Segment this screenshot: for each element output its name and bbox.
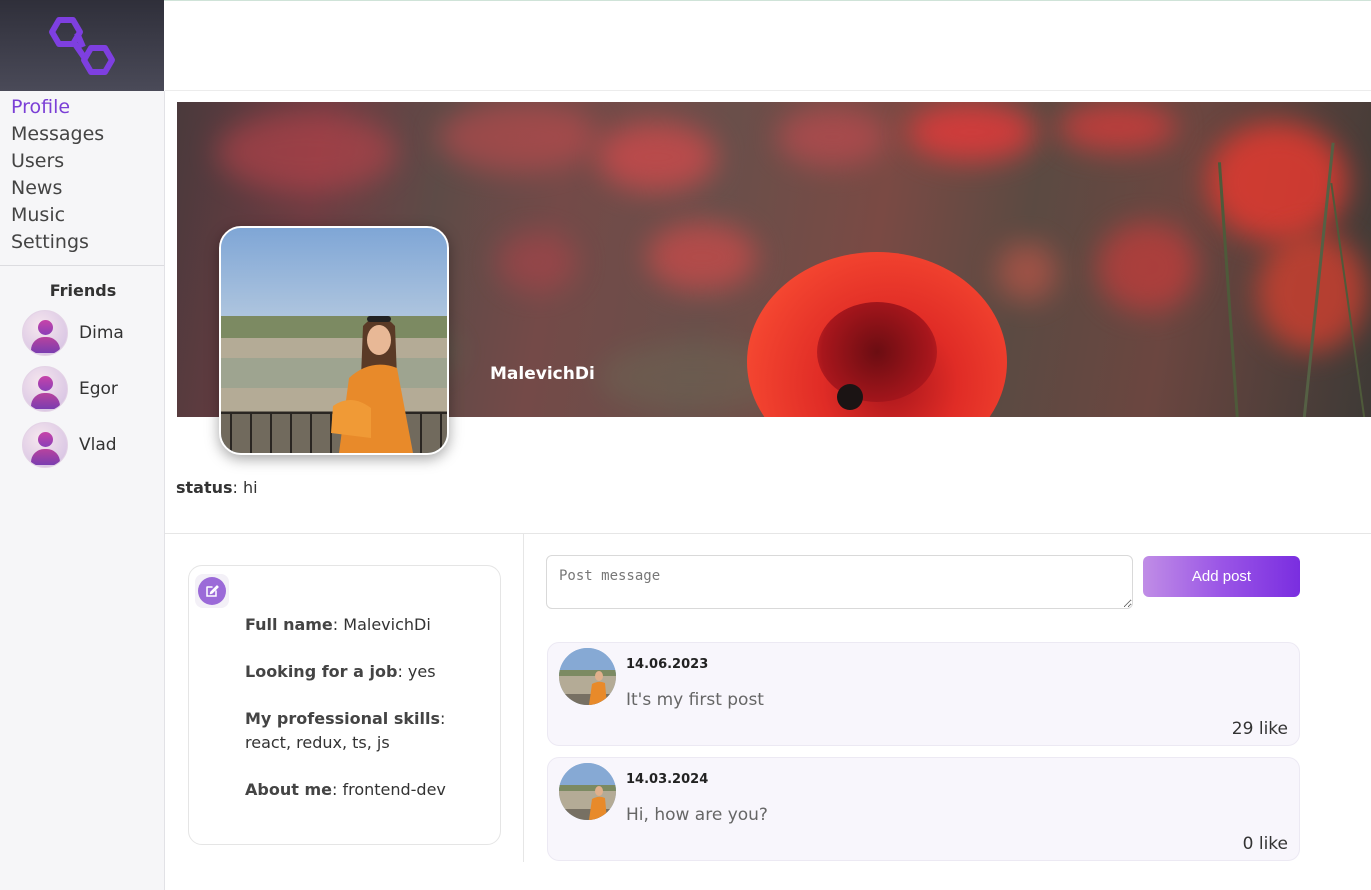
sidebar-item-news[interactable]: News [0, 175, 164, 202]
section-divider [165, 533, 1371, 534]
likes-label: like [1258, 834, 1288, 854]
polygon-logo-icon [49, 16, 115, 75]
status-label: status [176, 478, 233, 497]
info-full-name: Full name: MalevichDi [245, 615, 431, 634]
info-about-me: About me: frontend-dev [245, 780, 446, 799]
profile-avatar[interactable] [219, 226, 449, 455]
post-message-input[interactable] [546, 555, 1133, 609]
profile-photo-icon [221, 228, 447, 453]
add-post-button[interactable]: Add post [1143, 556, 1300, 597]
sidebar-item-messages[interactable]: Messages [0, 121, 164, 148]
user-avatar-icon [22, 309, 68, 356]
post-text: Hi, how are you? [626, 805, 768, 825]
profile-info-list: Full name: MalevichDi Looking for a job:… [245, 613, 485, 825]
friend-name: Dima [79, 322, 124, 343]
info-looking-for-job: Looking for a job: yes [245, 662, 436, 681]
user-avatar-icon [22, 421, 68, 468]
sidebar-item-users[interactable]: Users [0, 148, 164, 175]
header [165, 1, 1371, 91]
sidebar: Profile Messages Users News Music Settin… [0, 91, 165, 890]
post-date: 14.06.2023 [626, 657, 709, 672]
edit-profile-button[interactable] [195, 574, 229, 608]
post-date: 14.03.2024 [626, 772, 709, 787]
friend-name: Egor [79, 378, 118, 399]
status-value: hi [243, 478, 258, 497]
post-text: It's my first post [626, 690, 764, 710]
author-photo-icon [559, 763, 616, 820]
post-item: 14.06.2023 It's my first post 29 like [547, 642, 1300, 746]
likes-count: 29 [1231, 719, 1254, 739]
sidebar-item-profile[interactable]: Profile [0, 94, 164, 121]
friends-title: Friends [49, 281, 117, 300]
user-avatar-icon [22, 365, 68, 412]
post-likes[interactable]: 0 like [1243, 834, 1288, 854]
profile-status[interactable]: status: hi [176, 478, 258, 497]
friend-item-egor[interactable]: Egor [0, 365, 164, 412]
info-skills: My professional skills: react, redux, ts,… [245, 709, 446, 752]
logo-area[interactable] [0, 0, 164, 91]
author-photo-icon [559, 648, 616, 705]
sidebar-divider [0, 265, 164, 266]
sidebar-item-settings[interactable]: Settings [0, 229, 164, 256]
post-avatar [559, 648, 616, 705]
column-divider [523, 534, 524, 862]
post-likes[interactable]: 29 like [1232, 719, 1288, 739]
post-item: 14.03.2024 Hi, how are you? 0 like [547, 757, 1300, 861]
friend-item-vlad[interactable]: Vlad [0, 421, 164, 468]
profile-info-card: Full name: MalevichDi Looking for a job:… [188, 565, 501, 845]
edit-icon [198, 577, 226, 605]
likes-count: 0 [1242, 834, 1254, 854]
sidebar-nav: Profile Messages Users News Music Settin… [0, 91, 164, 256]
friend-item-dima[interactable]: Dima [0, 309, 164, 356]
profile-name: MalevichDi [490, 364, 595, 384]
post-avatar [559, 763, 616, 820]
friend-name: Vlad [79, 434, 117, 455]
likes-label: like [1258, 719, 1288, 739]
sidebar-item-music[interactable]: Music [0, 202, 164, 229]
